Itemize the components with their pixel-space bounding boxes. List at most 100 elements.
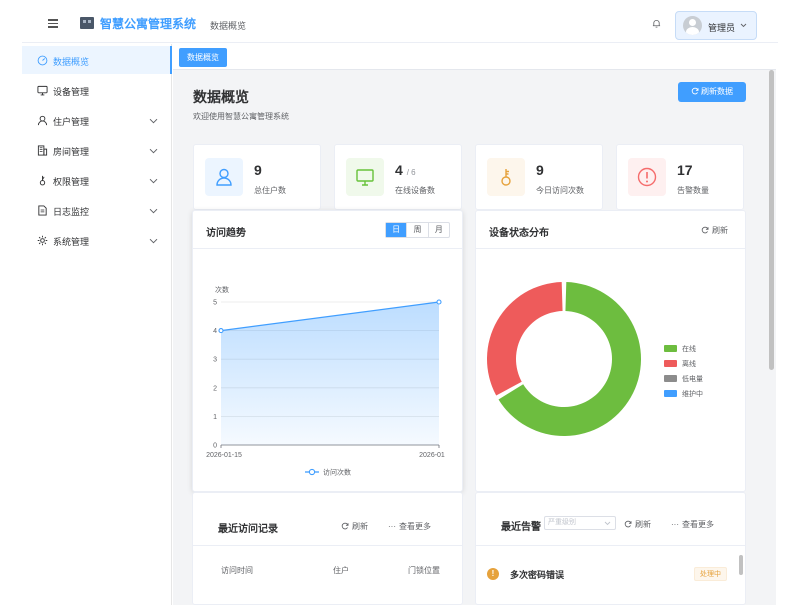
chevron-down-icon [149, 238, 158, 244]
legend-label: 维护中 [682, 391, 703, 398]
legend-swatch [664, 375, 677, 382]
sidebar-item-label: 住户管理 [53, 117, 90, 127]
refresh-data-label: 刷新数据 [701, 87, 733, 96]
series-area [221, 302, 439, 445]
stat-card-visits: 9 今日访问次数 [475, 144, 603, 210]
stat-value: 4 / 6 [395, 162, 416, 178]
stat-card-residents: 9 总住户数 [193, 144, 321, 210]
stat-card-alerts: 17 告警数量 [616, 144, 744, 210]
records-more-label: 查看更多 [399, 522, 431, 531]
card-divider [193, 545, 462, 546]
stat-icon-box [346, 158, 384, 196]
sidebar-item-devices[interactable]: 设备管理 [22, 76, 172, 104]
column-header-resident: 住户 [333, 566, 349, 575]
sidebar-item-rooms[interactable]: 房间管理 [22, 136, 172, 164]
device-status-card: 设备状态分布 刷新 在线 离线 低电量 维护中 [475, 210, 746, 492]
app-logo-icon [80, 17, 94, 29]
device-refresh-button[interactable]: 刷新 [701, 225, 728, 236]
sidebar-item-permissions[interactable]: 权限管理 [22, 166, 172, 194]
bell-icon[interactable] [652, 19, 661, 28]
period-week[interactable]: 周 [406, 223, 427, 237]
legend-swatch [664, 360, 677, 367]
period-day[interactable]: 日 [386, 223, 407, 237]
severity-placeholder: 严重级别 [548, 519, 576, 526]
stat-icon-box [628, 158, 666, 196]
warning-icon: ! [487, 568, 499, 580]
records-refresh-button[interactable]: 刷新 [341, 521, 368, 532]
period-toggle[interactable]: 日 周 月 [385, 222, 450, 238]
menu-toggle-icon[interactable] [48, 19, 58, 30]
more-dots-icon: ··· [388, 522, 396, 531]
user-icon [216, 168, 232, 186]
y-tick-label: 5 [213, 300, 217, 307]
user-name: 管理员 [708, 23, 736, 33]
tab-bar: 数据概览 [173, 44, 776, 70]
tab-dashboard[interactable]: 数据概览 [179, 48, 227, 67]
data-point [436, 299, 442, 305]
page-scrollbar[interactable] [769, 70, 774, 370]
stat-value: 9 [536, 162, 544, 178]
dashboard-icon [37, 55, 48, 66]
user-menu-button[interactable]: 管理员 [675, 11, 757, 40]
key-icon [39, 175, 46, 186]
recent-visits-card: 最近访问记录 刷新 ··· 查看更多 访问时间 住户 门锁位置 [192, 492, 463, 605]
sidebar-item-label: 日志监控 [53, 207, 90, 217]
legend-item[interactable]: 维护中 [664, 389, 703, 399]
records-more-button[interactable]: ··· 查看更多 [388, 521, 431, 532]
stat-label: 今日访问次数 [536, 186, 584, 195]
data-point [218, 328, 224, 334]
chevron-down-icon [149, 148, 158, 154]
refresh-data-button[interactable]: 刷新数据 [678, 82, 746, 102]
legend-item[interactable]: 在线 [664, 344, 696, 354]
key-icon [501, 169, 511, 186]
breadcrumb[interactable]: 数据概览 [210, 19, 246, 32]
chevron-down-icon [604, 521, 611, 526]
legend-label: 低电量 [682, 376, 703, 383]
sidebar-item-label: 设备管理 [53, 87, 90, 97]
severity-select[interactable]: 严重级别 [544, 516, 616, 530]
x-tick-label: 2026-01-15 [206, 452, 242, 459]
sidebar-item-system[interactable]: 系统管理 [22, 226, 172, 254]
user-icon [37, 115, 48, 126]
main-content: 数据概览 欢迎使用智慧公寓管理系统 刷新数据 9 总住户数 4 / 6 在线设备… [173, 70, 776, 605]
device-refresh-label: 刷新 [712, 226, 728, 235]
alert-icon [637, 167, 657, 187]
alert-title[interactable]: 多次密码错误 [510, 568, 564, 581]
stat-suffix: / 6 [406, 168, 416, 177]
stat-value: 9 [254, 162, 262, 178]
chevron-down-icon [149, 118, 158, 124]
y-tick-label: 0 [213, 443, 217, 450]
recent-alerts-card: 最近告警 严重级别 刷新 ··· 查看更多 ! 多次密码错误 处理中 [475, 492, 746, 605]
legend-item[interactable]: 离线 [664, 359, 696, 369]
status-badge: 处理中 [694, 567, 727, 581]
sidebar-item-label: 权限管理 [53, 177, 90, 187]
visit-trend-chart: 次数 0 1 2 3 4 5 2026-01-15 2026-01 访问次数 [206, 285, 445, 477]
top-header: 智慧公寓管理系统 数据概览 管理员 [22, 0, 778, 43]
card-title: 最近告警 [501, 522, 541, 533]
legend-label: 离线 [682, 361, 696, 368]
sidebar-item-label: 房间管理 [53, 147, 90, 157]
chevron-down-icon [740, 23, 747, 28]
alerts-more-button[interactable]: ··· 查看更多 [671, 519, 714, 530]
card-divider [476, 545, 745, 546]
sidebar-item-residents[interactable]: 住户管理 [22, 106, 172, 134]
y-tick-label: 3 [213, 357, 217, 364]
sidebar-item-label: 数据概览 [53, 57, 90, 67]
legend-item[interactable]: 低电量 [664, 374, 703, 384]
period-month[interactable]: 月 [427, 223, 449, 237]
legend-swatch [664, 390, 677, 397]
alerts-refresh-button[interactable]: 刷新 [624, 519, 651, 530]
records-refresh-label: 刷新 [352, 522, 368, 531]
legend-label: 访问次数 [323, 468, 351, 477]
legend-marker [308, 468, 316, 476]
sidebar-item-dashboard[interactable]: 数据概览 [22, 46, 172, 74]
stat-icon-box [487, 158, 525, 196]
refresh-icon [691, 87, 699, 95]
sidebar-item-logs[interactable]: 日志监控 [22, 196, 172, 224]
alerts-scrollbar[interactable] [739, 555, 743, 575]
chevron-down-icon [149, 208, 158, 214]
refresh-icon [701, 226, 709, 234]
legend-swatch [664, 345, 677, 352]
card-title: 最近访问记录 [218, 524, 278, 535]
gear-icon [37, 235, 48, 246]
